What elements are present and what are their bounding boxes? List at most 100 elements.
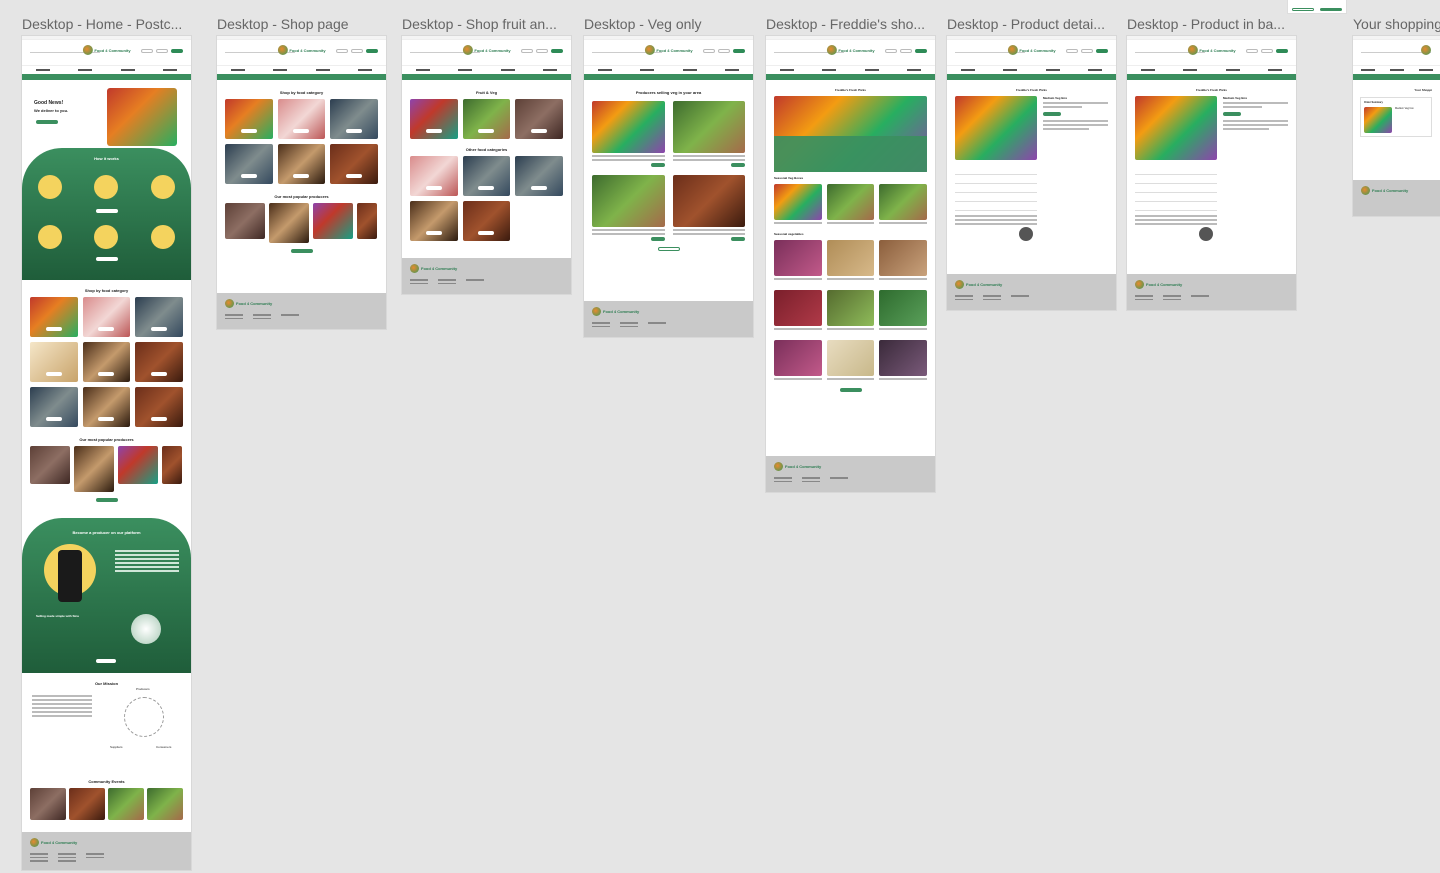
register-button[interactable]	[1081, 49, 1093, 53]
product-card[interactable]	[879, 340, 927, 382]
frame-home[interactable]: Food 4 Community Good News! We deliver t…	[22, 36, 191, 870]
footer-logo[interactable]: Food 4 Community	[30, 838, 183, 847]
frame-title-basket[interactable]: Desktop - Product in ba...	[1127, 16, 1297, 32]
nav-mission[interactable]	[120, 69, 135, 71]
footer-logo[interactable]: Food 4 Community	[774, 462, 927, 471]
view-producers-button[interactable]	[95, 498, 118, 502]
login-button[interactable]	[336, 49, 348, 53]
add-to-basket-button[interactable]	[1043, 112, 1061, 116]
producer-card[interactable]	[592, 175, 665, 241]
view-producers-button[interactable]	[290, 249, 313, 253]
event-card[interactable]	[69, 788, 105, 820]
category-card[interactable]	[225, 99, 273, 139]
login-button[interactable]	[1066, 49, 1078, 53]
category-card[interactable]	[135, 297, 183, 337]
accordion-item[interactable]	[1135, 175, 1217, 184]
signup-button[interactable]	[171, 49, 183, 53]
producer-card[interactable]	[313, 203, 353, 239]
category-card[interactable]	[330, 99, 378, 139]
logo[interactable]: Food 4 Community	[462, 45, 511, 55]
category-card[interactable]	[135, 387, 183, 427]
nav-sell[interactable]	[162, 69, 177, 71]
producer-card[interactable]	[162, 446, 182, 484]
category-card[interactable]	[410, 156, 458, 196]
login-button[interactable]	[1246, 49, 1258, 53]
product-card[interactable]	[774, 340, 822, 382]
product-card[interactable]	[410, 99, 458, 139]
producer-card[interactable]	[357, 203, 377, 239]
category-card[interactable]	[410, 201, 458, 241]
frame-shop[interactable]: Food 4 Community Shop by food category O…	[217, 36, 386, 329]
frame-title-home[interactable]: Desktop - Home - Postc...	[22, 16, 192, 32]
producer-card[interactable]	[30, 446, 70, 484]
register-button[interactable]	[718, 49, 730, 53]
product-card[interactable]	[826, 240, 875, 282]
frame-fruit-veg[interactable]: Food 4 Community Fruit & Veg Other food …	[402, 36, 571, 294]
login-button[interactable]	[521, 49, 533, 53]
visit-shop-button[interactable]	[650, 237, 665, 241]
login-button[interactable]	[141, 49, 153, 53]
frame-shopping-cart[interactable]: Your Shoppi Order Summary Medium Veg box…	[1353, 36, 1440, 216]
category-card[interactable]	[515, 156, 563, 196]
frame-title-shop[interactable]: Desktop - Shop page	[217, 16, 387, 32]
category-card[interactable]	[135, 342, 183, 382]
load-more-button[interactable]	[657, 247, 680, 251]
consumer-cta-button[interactable]	[95, 209, 118, 213]
postcode-button[interactable]	[36, 120, 58, 124]
become-cta-button[interactable]	[96, 659, 116, 663]
frame-title-cart[interactable]: Your shopping	[1353, 16, 1440, 32]
signup-button[interactable]	[366, 49, 378, 53]
logo[interactable]: Food 4 Community	[277, 45, 326, 55]
logo[interactable]: Food 4 Community	[82, 45, 131, 55]
nav-shop[interactable]	[36, 69, 51, 71]
accordion-item[interactable]	[1135, 193, 1217, 202]
accordion-item[interactable]	[955, 184, 1037, 193]
accordion-item[interactable]	[955, 166, 1037, 175]
signup-button[interactable]	[915, 49, 927, 53]
producer-card[interactable]	[672, 101, 745, 167]
producer-card[interactable]	[672, 175, 745, 241]
frame-veg-only[interactable]: Food 4 Community Producers selling veg i…	[584, 36, 753, 337]
visit-shop-button[interactable]	[731, 163, 745, 167]
frame-title-freddie[interactable]: Desktop - Freddie's sho...	[766, 16, 936, 32]
event-card[interactable]	[147, 788, 183, 820]
category-card[interactable]	[225, 144, 273, 184]
frame-title-veg[interactable]: Desktop - Veg only	[584, 16, 754, 32]
visit-shop-button[interactable]	[731, 237, 745, 241]
product-card[interactable]	[774, 290, 822, 332]
event-card[interactable]	[108, 788, 144, 820]
accordion-item[interactable]	[1135, 202, 1217, 211]
producer-card[interactable]	[269, 203, 309, 243]
footer-logo[interactable]: Food 4 Community	[1135, 280, 1288, 289]
popup-primary-button[interactable]	[1320, 8, 1342, 11]
category-card[interactable]	[462, 156, 511, 196]
category-card[interactable]	[330, 144, 378, 184]
register-button[interactable]	[351, 49, 363, 53]
signup-button[interactable]	[1276, 49, 1288, 53]
accordion-item[interactable]	[955, 193, 1037, 202]
login-button[interactable]	[703, 49, 715, 53]
register-button[interactable]	[1261, 49, 1273, 53]
footer-logo[interactable]: Food 4 Community	[1361, 186, 1432, 195]
event-card[interactable]	[30, 788, 66, 820]
register-button[interactable]	[156, 49, 168, 53]
product-card[interactable]	[515, 99, 563, 139]
producer-card[interactable]	[592, 101, 665, 167]
footer-logo[interactable]: Food 4 Community	[592, 307, 745, 316]
product-card[interactable]	[826, 184, 875, 226]
product-card[interactable]	[826, 290, 875, 332]
signup-button[interactable]	[733, 49, 745, 53]
popup-secondary-button[interactable]	[1292, 8, 1314, 11]
producer-cta-button[interactable]	[95, 257, 118, 261]
nav-discover[interactable]	[78, 69, 93, 71]
producer-card[interactable]	[225, 203, 265, 239]
logo[interactable]: Food 4 Community	[1007, 45, 1056, 55]
register-button[interactable]	[900, 49, 912, 53]
product-card[interactable]	[774, 184, 822, 226]
category-card[interactable]	[462, 201, 511, 241]
category-card[interactable]	[82, 387, 131, 427]
frame-title-fruit[interactable]: Desktop - Shop fruit an...	[402, 16, 572, 32]
category-card[interactable]	[277, 144, 326, 184]
category-card[interactable]	[30, 342, 78, 382]
footer-logo[interactable]: Food 4 Community	[410, 264, 563, 273]
